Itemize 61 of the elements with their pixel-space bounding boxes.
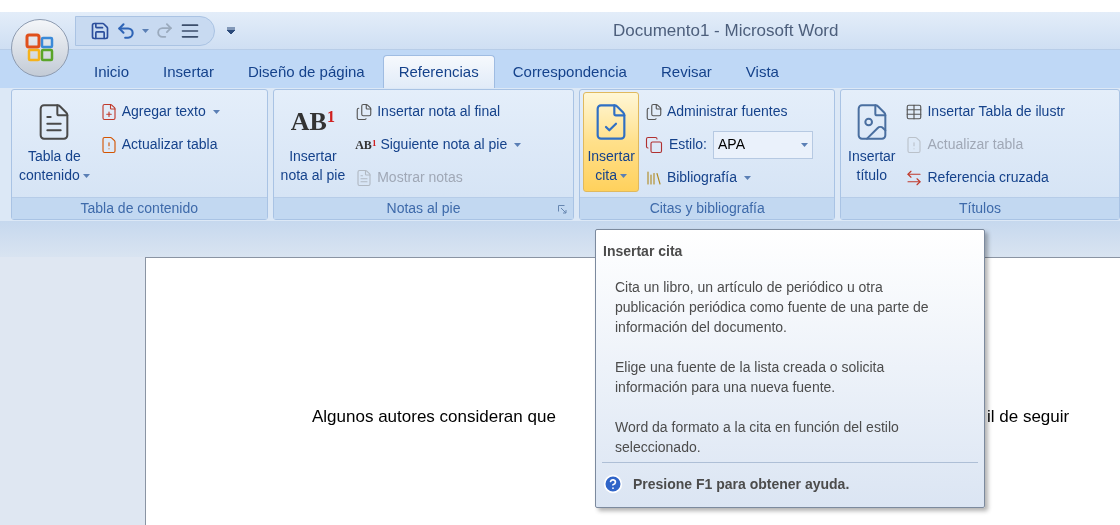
help-text: Presione F1 para obtener ayuda. [633,474,850,494]
button-label: Tabla de [27,147,81,166]
ribbon-menu-button[interactable]: Actualizar tabla [97,128,222,161]
caret-icon [743,175,751,180]
tooltip-text: Cita un libro, un artículo de periódico u otra publicación periódica como fuente de una parte de información del documento. [615,278,930,337]
save-icon[interactable] [90,20,110,41]
documents-icon [644,102,663,121]
dialog-launcher-icon[interactable] [558,205,568,214]
group-label: Tabla de contenido [80,199,199,218]
caret-icon [801,142,808,147]
document-text: il de seguir [987,406,1070,428]
button-label: Insertar [848,147,896,166]
ribbon-tab[interactable]: Correspondencia [496,55,643,88]
button-label: cita [595,166,618,185]
caret-icon [620,173,628,178]
documents-icon [355,102,374,121]
ribbon-menu-button[interactable]: Bibliografía [642,161,815,194]
customize-toolbar-icon[interactable] [227,26,235,35]
ribbon-menu-button[interactable]: Insertar Tabla de ilustr [903,95,1067,128]
ribbon-tab[interactable]: Referencias [382,55,495,88]
group-label: Notas al pie [386,199,461,218]
document-plus-icon [99,102,118,121]
style-dropdown[interactable]: APA [713,130,813,159]
ribbon-tab[interactable]: Vista [729,55,795,88]
caret-icon [514,142,522,147]
ribbon-button[interactable]: Insertar título [844,92,900,192]
office-logo-icon [25,33,55,63]
ribbon-menu-button[interactable]: Agregar texto [97,95,222,128]
document-warning-icon [99,135,118,154]
ribbon-tab[interactable]: Inicio [78,55,146,88]
document-warning-icon [905,135,924,154]
help-icon [603,474,623,494]
field-label: Estilo: [668,135,707,154]
ribbon-menu-button[interactable]: Administrar fuentes [642,95,815,128]
button-label: contenido [19,166,80,185]
table-icon [905,102,924,121]
caret-icon [212,109,220,114]
group-label: Citas y bibliografía [649,199,765,218]
ribbon-tab[interactable]: Insertar [147,55,230,88]
button-label: Insertar [289,147,337,166]
tooltip-text: Word da formato a la cita en función del estilo seleccionado. [615,418,900,457]
tooltip-text: Elige una fuente de la lista creada o solicita información para una nueva fuente. [615,358,886,397]
button-label: Insertar [587,147,635,166]
ribbon-button[interactable]: Tabla de contenido [15,92,94,192]
ribbon-menu-button[interactable]: Insertar nota al final [353,95,524,128]
undo-icon[interactable] [116,20,136,41]
ribbon-tab[interactable]: Diseño de página [231,55,381,88]
ribbon-tab[interactable]: Revisar [644,55,728,88]
window-title: Documento1 - Microsoft Word [613,19,839,42]
group-label: Títulos [959,199,1001,218]
document-text: Algunos autores consideran que [312,406,557,428]
button-label: título [856,166,887,185]
button-label: nota al pie [280,166,346,185]
document-icon [355,168,374,187]
caret-icon [142,28,149,33]
tooltip-title: Insertar cita [603,242,684,261]
copy-icon [644,135,663,154]
ribbon-menu-button[interactable]: Referencia cruzada [903,161,1067,194]
ribbon-button[interactable]: Insertar cita [583,92,639,192]
arrows-icon [905,168,924,187]
caret-icon [82,173,90,178]
